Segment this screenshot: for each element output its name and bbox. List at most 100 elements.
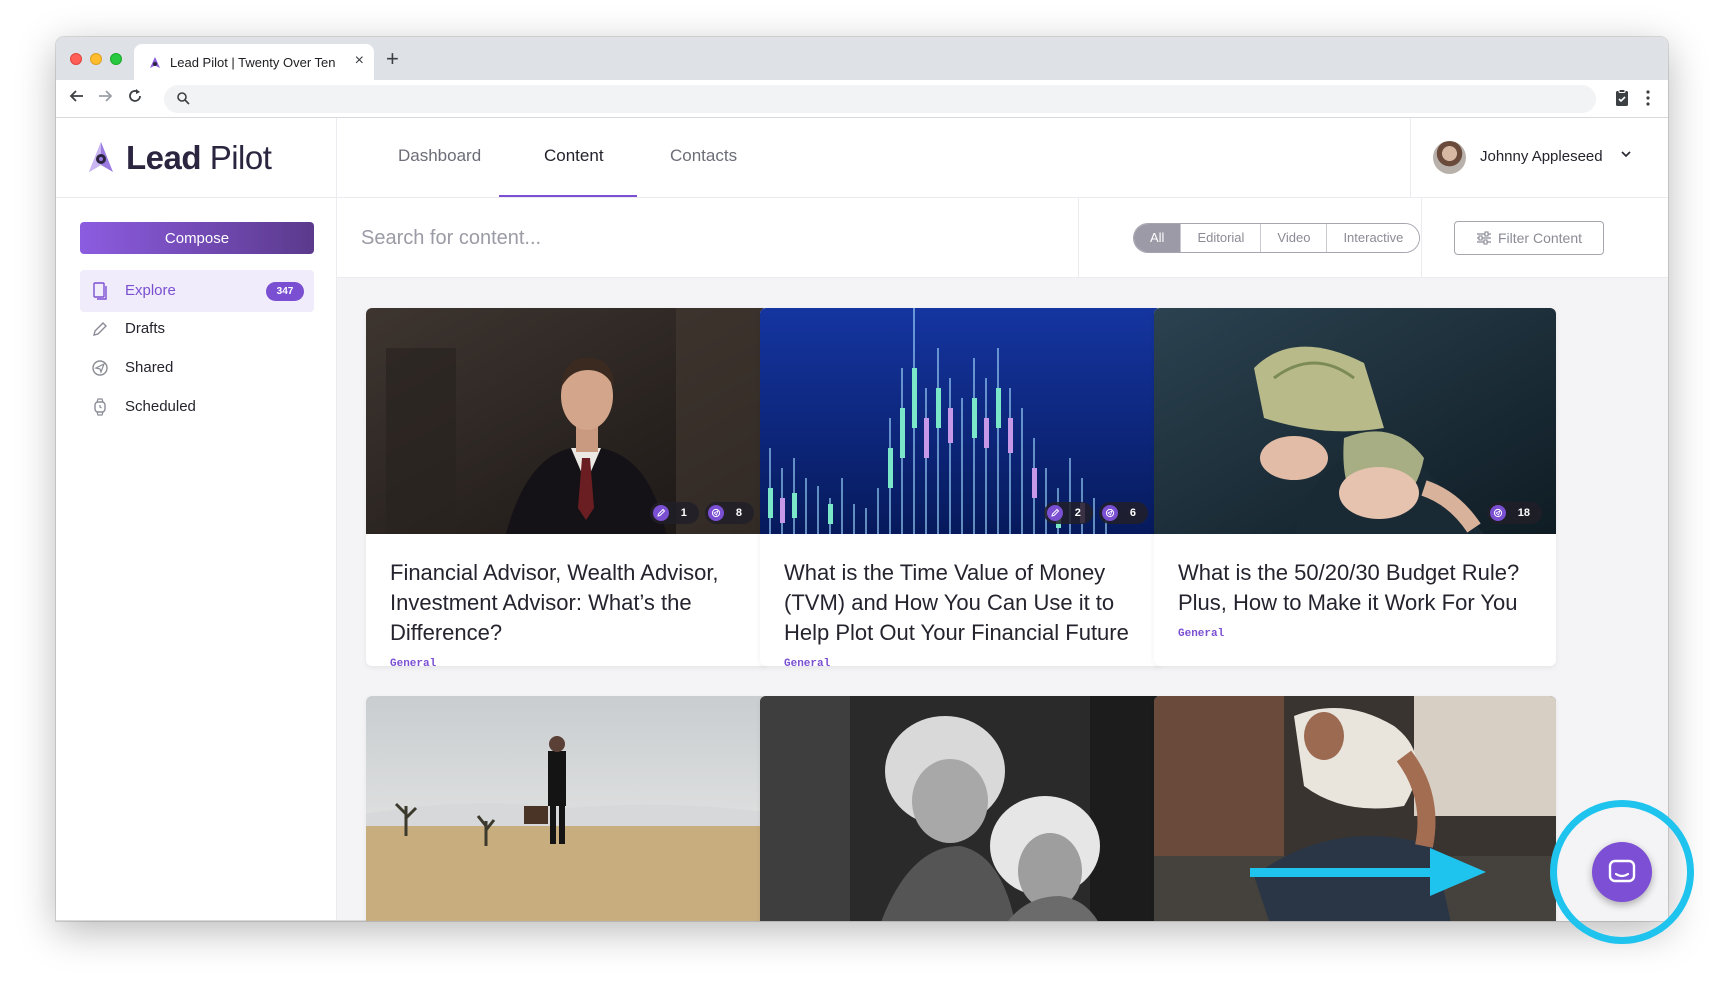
- card-title[interactable]: Financial Advisor, Wealth Advisor, Inves…: [390, 558, 744, 648]
- card-body: Financial Advisor, Wealth Advisor, Inves…: [366, 534, 768, 666]
- edits-badge: 2: [1043, 502, 1093, 524]
- shares-badge: 18: [1486, 502, 1542, 524]
- share-icon: [1489, 505, 1506, 521]
- sidebar: Compose Explore 347 Drafts Shared Schedu…: [56, 198, 526, 921]
- sidebar-item-shared[interactable]: Shared: [80, 347, 314, 389]
- pencil-icon: [652, 505, 669, 521]
- card-image: 1 8: [366, 308, 768, 534]
- count-badge: 347: [266, 282, 304, 301]
- logo-light: Pilot: [209, 139, 272, 176]
- chat-launcher-button[interactable]: [1592, 842, 1652, 902]
- desert-traveler-photo: [366, 696, 768, 921]
- filter-all[interactable]: All: [1134, 224, 1181, 252]
- logo[interactable]: Lead Pilot: [86, 139, 272, 176]
- filter-editorial[interactable]: Editorial: [1180, 224, 1261, 252]
- chevron-down-icon[interactable]: [1620, 148, 1632, 160]
- sidebar-item-label: Shared: [125, 359, 174, 376]
- card-image: [760, 696, 1162, 921]
- share-icon: [1101, 505, 1118, 521]
- shares-badge: 6: [1098, 502, 1148, 524]
- search-input[interactable]: [361, 222, 761, 254]
- sliders-icon: [1476, 231, 1491, 245]
- sidebar-item-label: Drafts: [125, 320, 166, 337]
- shares-count: 18: [1517, 507, 1530, 519]
- share-icon: [707, 505, 724, 521]
- card-tag[interactable]: General: [1178, 628, 1532, 640]
- stock-chart-photo: [760, 308, 1162, 534]
- card-title[interactable]: What is the Time Value of Money (TVM) an…: [784, 558, 1138, 648]
- close-window-button[interactable]: [70, 53, 82, 65]
- chat-icon: [1608, 859, 1636, 883]
- content-card[interactable]: 2 6 What is the Time Value of Money (TVM…: [760, 308, 1162, 666]
- compose-button[interactable]: Compose: [80, 222, 314, 254]
- browser-window: Lead Pilot | Twenty Over Ten × + Lead Pi…: [56, 37, 1668, 921]
- divider: [1421, 198, 1422, 278]
- card-stats: 2 6: [1038, 502, 1148, 524]
- rocket-logo-icon: [89, 142, 113, 172]
- filter-interactive[interactable]: Interactive: [1326, 224, 1420, 252]
- card-stats: 1 8: [644, 502, 754, 524]
- nav-content[interactable]: Content: [544, 146, 604, 166]
- sidebar-item-explore[interactable]: Explore 347: [80, 270, 314, 312]
- sidebar-item-scheduled[interactable]: Scheduled: [80, 386, 314, 428]
- filter-content-button[interactable]: Filter Content: [1454, 221, 1604, 255]
- browser-tab-bar: Lead Pilot | Twenty Over Ten × +: [56, 37, 1668, 80]
- nav-contacts[interactable]: Contacts: [670, 146, 737, 166]
- watch-icon: [94, 398, 106, 416]
- edits-badge: 1: [649, 502, 699, 524]
- sidebar-item-drafts[interactable]: Drafts: [80, 308, 314, 350]
- reload-icon[interactable]: [126, 87, 144, 105]
- card-image: 18: [1154, 308, 1556, 534]
- active-nav-indicator: [499, 195, 637, 197]
- explore-icon: [93, 282, 107, 300]
- more-menu-icon[interactable]: [1642, 88, 1654, 108]
- content-card[interactable]: [366, 696, 768, 921]
- filter-video[interactable]: Video: [1260, 224, 1327, 252]
- share-icon: [92, 360, 108, 376]
- pencil-icon: [1046, 505, 1063, 521]
- browser-tab[interactable]: Lead Pilot | Twenty Over Ten ×: [134, 44, 374, 80]
- user-name[interactable]: Johnny Appleseed: [1480, 148, 1603, 165]
- businessman-photo: [366, 308, 768, 534]
- browser-toolbar: [56, 80, 1668, 118]
- card-tag[interactable]: General: [390, 658, 744, 666]
- new-tab-button[interactable]: +: [386, 47, 399, 71]
- forward-arrow-icon[interactable]: [96, 87, 114, 105]
- tab-close-icon[interactable]: ×: [355, 52, 364, 70]
- filter-content-label: Filter Content: [1497, 230, 1583, 246]
- search-bar: All Editorial Video Interactive Filter C…: [337, 198, 1668, 278]
- pencil-icon: [93, 322, 107, 336]
- annotation-arrow-icon: [1250, 848, 1486, 896]
- card-tag[interactable]: General: [784, 658, 1138, 666]
- rocket-icon: [150, 57, 160, 68]
- maximize-window-button[interactable]: [110, 53, 122, 65]
- avatar[interactable]: [1433, 141, 1466, 174]
- elderly-couple-photo: [760, 696, 1162, 921]
- content-grid: 1 8 Financial Advisor, Wealth Advisor, I…: [337, 278, 1668, 921]
- card-stats: 18: [1481, 502, 1542, 524]
- shares-badge: 8: [704, 502, 754, 524]
- card-body: What is the 50/20/30 Budget Rule? Plus, …: [1154, 534, 1556, 664]
- content-card[interactable]: 1 8 Financial Advisor, Wealth Advisor, I…: [366, 308, 768, 666]
- divider: [1410, 118, 1411, 198]
- logo-bold: Lead: [126, 139, 202, 176]
- content-card[interactable]: 18 What is the 50/20/30 Budget Rule? Plu…: [1154, 308, 1556, 666]
- nav-dashboard[interactable]: Dashboard: [398, 146, 481, 166]
- shares-count: 6: [1129, 507, 1136, 519]
- divider: [1078, 198, 1079, 278]
- clipboard-extension-icon[interactable]: [1612, 88, 1632, 108]
- top-navigation: Lead Pilot Dashboard Content Contacts Jo…: [56, 118, 1668, 198]
- minimize-window-button[interactable]: [90, 53, 102, 65]
- address-bar[interactable]: [164, 85, 1596, 113]
- edits-count: 1: [680, 507, 687, 519]
- card-image: 2 6: [760, 308, 1162, 534]
- card-title[interactable]: What is the 50/20/30 Budget Rule? Plus, …: [1178, 558, 1532, 618]
- divider: [336, 118, 337, 198]
- cash-hands-photo: [1154, 308, 1556, 534]
- sidebar-item-label: Scheduled: [125, 398, 196, 415]
- back-arrow-icon[interactable]: [68, 87, 86, 105]
- tab-title: Lead Pilot | Twenty Over Ten: [170, 55, 336, 70]
- content-card[interactable]: [760, 696, 1162, 921]
- search-icon: [177, 92, 190, 105]
- content-type-filter: All Editorial Video Interactive: [1133, 223, 1421, 253]
